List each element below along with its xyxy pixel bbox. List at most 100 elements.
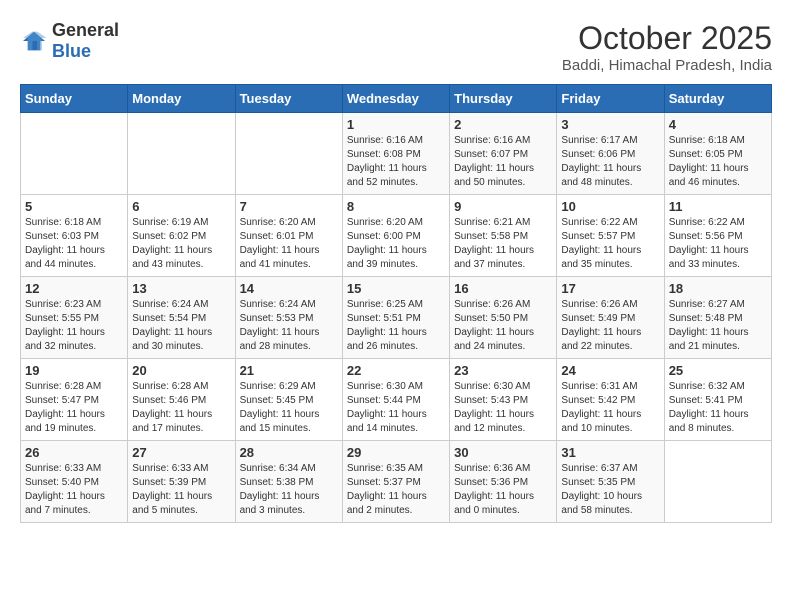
day-number: 24 (561, 363, 659, 378)
day-content: Sunrise: 6:28 AM Sunset: 5:47 PM Dayligh… (25, 380, 123, 436)
logo-icon (20, 30, 48, 52)
day-content: Sunrise: 6:24 AM Sunset: 5:53 PM Dayligh… (240, 298, 338, 354)
calendar-cell: 3 Sunrise: 6:17 AM Sunset: 6:06 PM Daylig… (557, 113, 664, 195)
day-number: 16 (454, 281, 552, 296)
calendar-cell: 14 Sunrise: 6:24 AM Sunset: 5:53 PM Dayli… (235, 277, 342, 359)
calendar-cell: 29 Sunrise: 6:35 AM Sunset: 5:37 PM Dayli… (342, 441, 449, 523)
day-number: 6 (132, 199, 230, 214)
calendar-cell: 1 Sunrise: 6:16 AM Sunset: 6:08 PM Daylig… (342, 113, 449, 195)
day-number: 17 (561, 281, 659, 296)
day-content: Sunrise: 6:25 AM Sunset: 5:51 PM Dayligh… (347, 298, 445, 354)
calendar-cell: 20 Sunrise: 6:28 AM Sunset: 5:46 PM Dayli… (128, 359, 235, 441)
calendar-cell: 27Sunrise: 6:33 AM Sunset: 5:39 PM Dayli… (128, 441, 235, 523)
day-content: Sunrise: 6:36 AM Sunset: 5:36 PM Dayligh… (454, 462, 552, 518)
day-content: Sunrise: 6:19 AM Sunset: 6:02 PM Dayligh… (132, 216, 230, 272)
calendar-cell (664, 441, 771, 523)
logo-general: General (52, 20, 119, 40)
logo: General Blue (20, 20, 119, 62)
calendar-cell (21, 113, 128, 195)
day-number: 11 (669, 199, 767, 214)
weekday-header-tuesday: Tuesday (235, 85, 342, 113)
day-content: Sunrise: 6:35 AM Sunset: 5:37 PM Dayligh… (347, 462, 445, 518)
day-content: Sunrise: 6:27 AM Sunset: 5:48 PM Dayligh… (669, 298, 767, 354)
calendar-cell: 31Sunrise: 6:37 AM Sunset: 5:35 PM Dayli… (557, 441, 664, 523)
calendar-cell: 13Sunrise: 6:24 AM Sunset: 5:54 PM Dayli… (128, 277, 235, 359)
day-number: 9 (454, 199, 552, 214)
day-content: Sunrise: 6:18 AM Sunset: 6:03 PM Dayligh… (25, 216, 123, 272)
day-content: Sunrise: 6:26 AM Sunset: 5:50 PM Dayligh… (454, 298, 552, 354)
day-number: 18 (669, 281, 767, 296)
day-content: Sunrise: 6:24 AM Sunset: 5:54 PM Dayligh… (132, 298, 230, 354)
day-number: 5 (25, 199, 123, 214)
calendar-cell: 30 Sunrise: 6:36 AM Sunset: 5:36 PM Dayli… (450, 441, 557, 523)
calendar-week-row: 26 Sunrise: 6:33 AM Sunset: 5:40 PM Dayli… (21, 441, 772, 523)
title-area: October 2025 Baddi, Himachal Pradesh, In… (562, 20, 772, 74)
logo-text: General Blue (52, 20, 119, 62)
day-content: Sunrise: 6:16 AM Sunset: 6:08 PM Dayligh… (347, 134, 445, 190)
calendar-cell: 7 Sunrise: 6:20 AM Sunset: 6:01 PM Daylig… (235, 195, 342, 277)
weekday-header-row: SundayMondayTuesdayWednesdayThursdayFrid… (21, 85, 772, 113)
day-number: 10 (561, 199, 659, 214)
calendar-cell: 15Sunrise: 6:25 AM Sunset: 5:51 PM Dayli… (342, 277, 449, 359)
weekday-header-saturday: Saturday (664, 85, 771, 113)
calendar-week-row: 5 Sunrise: 6:18 AM Sunset: 6:03 PM Daylig… (21, 195, 772, 277)
day-number: 19 (25, 363, 123, 378)
day-content: Sunrise: 6:21 AM Sunset: 5:58 PM Dayligh… (454, 216, 552, 272)
calendar-cell: 10 Sunrise: 6:22 AM Sunset: 5:57 PM Dayli… (557, 195, 664, 277)
calendar-cell: 2 Sunrise: 6:16 AM Sunset: 6:07 PM Daylig… (450, 113, 557, 195)
weekday-header-monday: Monday (128, 85, 235, 113)
weekday-header-wednesday: Wednesday (342, 85, 449, 113)
day-content: Sunrise: 6:31 AM Sunset: 5:42 PM Dayligh… (561, 380, 659, 436)
calendar-cell: 23Sunrise: 6:30 AM Sunset: 5:43 PM Dayli… (450, 359, 557, 441)
day-number: 3 (561, 117, 659, 132)
calendar-cell: 21Sunrise: 6:29 AM Sunset: 5:45 PM Dayli… (235, 359, 342, 441)
calendar-week-row: 1 Sunrise: 6:16 AM Sunset: 6:08 PM Daylig… (21, 113, 772, 195)
calendar-cell: 8Sunrise: 6:20 AM Sunset: 6:00 PM Daylig… (342, 195, 449, 277)
calendar-cell (235, 113, 342, 195)
day-content: Sunrise: 6:30 AM Sunset: 5:43 PM Dayligh… (454, 380, 552, 436)
calendar-cell: 17 Sunrise: 6:26 AM Sunset: 5:49 PM Dayli… (557, 277, 664, 359)
day-number: 2 (454, 117, 552, 132)
month-title: October 2025 (562, 20, 772, 57)
day-content: Sunrise: 6:34 AM Sunset: 5:38 PM Dayligh… (240, 462, 338, 518)
calendar-cell: 16 Sunrise: 6:26 AM Sunset: 5:50 PM Dayli… (450, 277, 557, 359)
page-header: General Blue October 2025 Baddi, Himacha… (20, 20, 772, 74)
day-number: 30 (454, 445, 552, 460)
day-content: Sunrise: 6:17 AM Sunset: 6:06 PM Dayligh… (561, 134, 659, 190)
day-content: Sunrise: 6:26 AM Sunset: 5:49 PM Dayligh… (561, 298, 659, 354)
day-content: Sunrise: 6:20 AM Sunset: 6:01 PM Dayligh… (240, 216, 338, 272)
location-title: Baddi, Himachal Pradesh, India (562, 57, 772, 74)
day-content: Sunrise: 6:37 AM Sunset: 5:35 PM Dayligh… (561, 462, 659, 518)
day-number: 21 (240, 363, 338, 378)
day-number: 20 (132, 363, 230, 378)
weekday-header-sunday: Sunday (21, 85, 128, 113)
calendar-week-row: 12Sunrise: 6:23 AM Sunset: 5:55 PM Dayli… (21, 277, 772, 359)
day-number: 25 (669, 363, 767, 378)
calendar-week-row: 19 Sunrise: 6:28 AM Sunset: 5:47 PM Dayli… (21, 359, 772, 441)
day-number: 28 (240, 445, 338, 460)
day-content: Sunrise: 6:23 AM Sunset: 5:55 PM Dayligh… (25, 298, 123, 354)
day-number: 26 (25, 445, 123, 460)
calendar-cell: 25Sunrise: 6:32 AM Sunset: 5:41 PM Dayli… (664, 359, 771, 441)
day-number: 1 (347, 117, 445, 132)
day-content: Sunrise: 6:20 AM Sunset: 6:00 PM Dayligh… (347, 216, 445, 272)
day-content: Sunrise: 6:30 AM Sunset: 5:44 PM Dayligh… (347, 380, 445, 436)
day-content: Sunrise: 6:33 AM Sunset: 5:40 PM Dayligh… (25, 462, 123, 518)
day-number: 7 (240, 199, 338, 214)
calendar-cell (128, 113, 235, 195)
day-content: Sunrise: 6:16 AM Sunset: 6:07 PM Dayligh… (454, 134, 552, 190)
day-number: 14 (240, 281, 338, 296)
calendar-cell: 5 Sunrise: 6:18 AM Sunset: 6:03 PM Daylig… (21, 195, 128, 277)
logo-blue: Blue (52, 41, 91, 61)
calendar-cell: 24 Sunrise: 6:31 AM Sunset: 5:42 PM Dayli… (557, 359, 664, 441)
weekday-header-friday: Friday (557, 85, 664, 113)
calendar-cell: 22Sunrise: 6:30 AM Sunset: 5:44 PM Dayli… (342, 359, 449, 441)
calendar-table: SundayMondayTuesdayWednesdayThursdayFrid… (20, 84, 772, 523)
calendar-cell: 28 Sunrise: 6:34 AM Sunset: 5:38 PM Dayli… (235, 441, 342, 523)
day-content: Sunrise: 6:22 AM Sunset: 5:57 PM Dayligh… (561, 216, 659, 272)
day-number: 4 (669, 117, 767, 132)
day-content: Sunrise: 6:33 AM Sunset: 5:39 PM Dayligh… (132, 462, 230, 518)
day-content: Sunrise: 6:28 AM Sunset: 5:46 PM Dayligh… (132, 380, 230, 436)
day-number: 29 (347, 445, 445, 460)
day-content: Sunrise: 6:18 AM Sunset: 6:05 PM Dayligh… (669, 134, 767, 190)
